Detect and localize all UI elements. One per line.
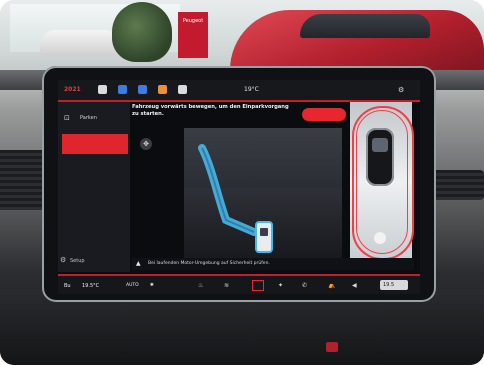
warning-text: Bei laufenden Motor-Umgebung auf Sicherh… [148,261,270,266]
park-icon: ⊡ [64,114,70,122]
sensor-mode-icon[interactable]: ✥ [140,138,152,150]
photo: Peugeot 2021 19°C ⚙ ⊡ Parken ⚙ Setup Fah… [0,0,484,365]
car-position-marker [255,221,273,253]
top-status-bar: 2021 19°C ⚙ [58,80,420,102]
fan-label[interactable]: ✱ [150,283,154,288]
sidebar-active-item[interactable] [62,134,128,154]
passenger-temperature: 19.5 [383,282,395,288]
nav-icon[interactable] [158,85,167,94]
climate-bar: Bu 19.5°C AUTO ✱ ♨ ≋ ✦ ✆ ⛺ ◀ 19.5 [58,274,420,294]
warning-icon: ▲ [136,260,141,267]
parking-sidebar: ⊡ Parken ⚙ Setup [58,102,130,272]
top-left-label: 2021 [64,86,81,93]
apps-icon[interactable] [178,85,187,94]
sidebar-footer-label[interactable]: Setup [70,258,85,264]
media-icon[interactable] [138,85,147,94]
seat-heat-icon[interactable]: ♨ [198,282,203,289]
defrost-icon[interactable]: ≋ [224,282,229,289]
fan-speed-icon[interactable]: ✦ [278,282,283,289]
climate-left-label[interactable]: Bu [64,283,71,289]
auto-climate-button[interactable]: AUTO [126,283,139,288]
gear-icon[interactable]: ⚙ [398,86,404,94]
volume-icon[interactable]: ◀ [352,282,357,289]
banner-text: Peugeot [182,18,204,24]
potted-plant [112,2,172,62]
red-car-window [300,14,430,38]
seat-icon[interactable]: ⛺ [328,282,335,289]
parked-white-cars [40,30,120,56]
car-marker-window [260,228,268,236]
instruction-line-1: Fahrzeug vorwärts bewegen, um den Einpar… [132,104,289,110]
start-parking-button[interactable] [302,108,346,121]
camera-toggle-icon[interactable] [374,232,386,244]
instruction-line-2: zu starten. [132,111,164,117]
top-view-car-window [372,138,388,152]
settings-small-icon[interactable]: ⚙ [60,256,66,264]
parking-guide-overlay [198,144,273,253]
sidebar-title: Parken [80,115,97,121]
top-view-car [366,128,394,186]
left-air-vent [0,150,45,210]
car-icon[interactable] [98,85,107,94]
guide-line [198,144,258,236]
infotainment-screen: 2021 19°C ⚙ ⊡ Parken ⚙ Setup Fahrzeug vo… [58,80,420,294]
phone-icon[interactable] [118,85,127,94]
outside-temperature: 19°C [244,86,259,93]
phone-bottom-icon[interactable]: ✆ [302,282,307,289]
driver-temperature[interactable]: 19.5°C [82,283,99,289]
hazard-button[interactable] [326,342,338,352]
home-button[interactable] [252,280,264,291]
